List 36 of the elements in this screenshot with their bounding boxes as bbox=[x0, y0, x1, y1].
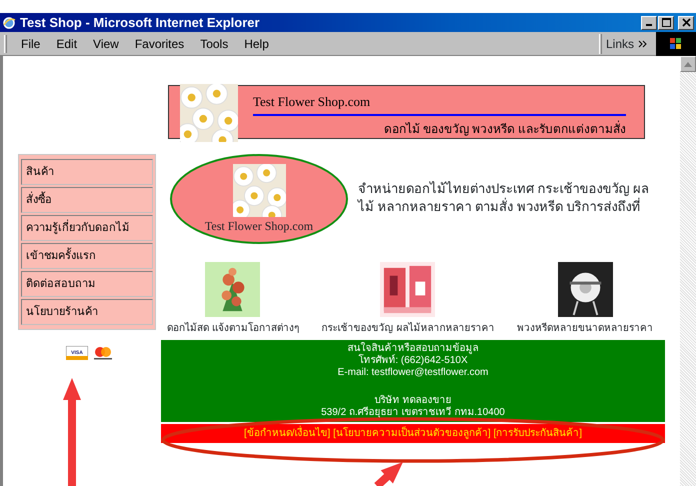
product-caption: พวงหรีดหลายขนาดหลายราคา bbox=[517, 322, 653, 336]
annotation-arrow bbox=[374, 462, 403, 486]
contact-line: โทรศัพท์: (662)642-510X bbox=[357, 355, 469, 367]
address-line: 539/2 ถ.ศรีอยุธยา เขตราชเทวี กทม.10400 bbox=[320, 407, 506, 419]
menu-item[interactable]: Edit bbox=[48, 34, 86, 52]
site-tagline: ดอกไม้ ของขวัญ พวงหรีด และรับตกแต่งตามสั่ง bbox=[383, 120, 626, 138]
close-icon bbox=[682, 18, 690, 27]
mastercard-icon bbox=[92, 346, 114, 360]
nav-link[interactable]: ความรู้เกี่ยวกับดอกไม้ bbox=[21, 215, 153, 241]
maximize-button[interactable] bbox=[658, 16, 674, 30]
site-title: Test Flower Shop.com bbox=[253, 93, 372, 111]
minimize-button[interactable] bbox=[641, 16, 657, 30]
windows-logo-icon bbox=[656, 32, 696, 56]
links-toolbar-label[interactable]: Links bbox=[606, 34, 634, 52]
intro-text: จำหน่ายดอกไม้ไทยต่างประเทศ กระเช้าของขวัญ ผลไม้ หลากหลายราคา ตามสั่ง พวงหรีด บริการส่งถึงที่ bbox=[358, 180, 650, 216]
product-caption: ดอกไม้สด แจ้งตามโอกาสต่างๆ bbox=[167, 321, 299, 336]
contact-line: E-mail: testflower@testflower.com bbox=[336, 367, 490, 379]
menu-item[interactable]: Favorites bbox=[126, 34, 192, 52]
close-button[interactable] bbox=[678, 16, 694, 30]
browser-icon bbox=[2, 16, 16, 30]
chevron-icon[interactable] bbox=[638, 38, 648, 48]
maximize-icon bbox=[662, 18, 670, 27]
menu-item[interactable]: Help bbox=[236, 34, 277, 52]
contact-line: สนใจสินค้าหรือสอบถามข้อมูล bbox=[346, 343, 480, 354]
menu-item[interactable]: Tools bbox=[192, 34, 236, 52]
window-title: Test Shop - Microsoft Internet Explorer bbox=[20, 14, 260, 32]
product-caption: กระเช้าของขวัญ ผลไม้หลากหลายราคา bbox=[322, 321, 494, 336]
logo-text: Test Flower Shop.com bbox=[204, 218, 314, 234]
nav-link[interactable]: สินค้า bbox=[21, 159, 153, 185]
nav-link[interactable]: ติดต่อสอบถาม bbox=[21, 271, 153, 297]
address-line: บริษัท ทดลองขาย bbox=[374, 395, 452, 406]
menu-item[interactable]: View bbox=[85, 34, 127, 52]
nav-link[interactable]: สั่งซื้อ bbox=[21, 187, 153, 213]
nav-link[interactable]: นโยบายร้านค้า bbox=[21, 299, 153, 325]
menu-item[interactable]: File bbox=[13, 34, 48, 52]
nav-link[interactable]: เข้าชมครั้งแรก bbox=[21, 243, 153, 269]
